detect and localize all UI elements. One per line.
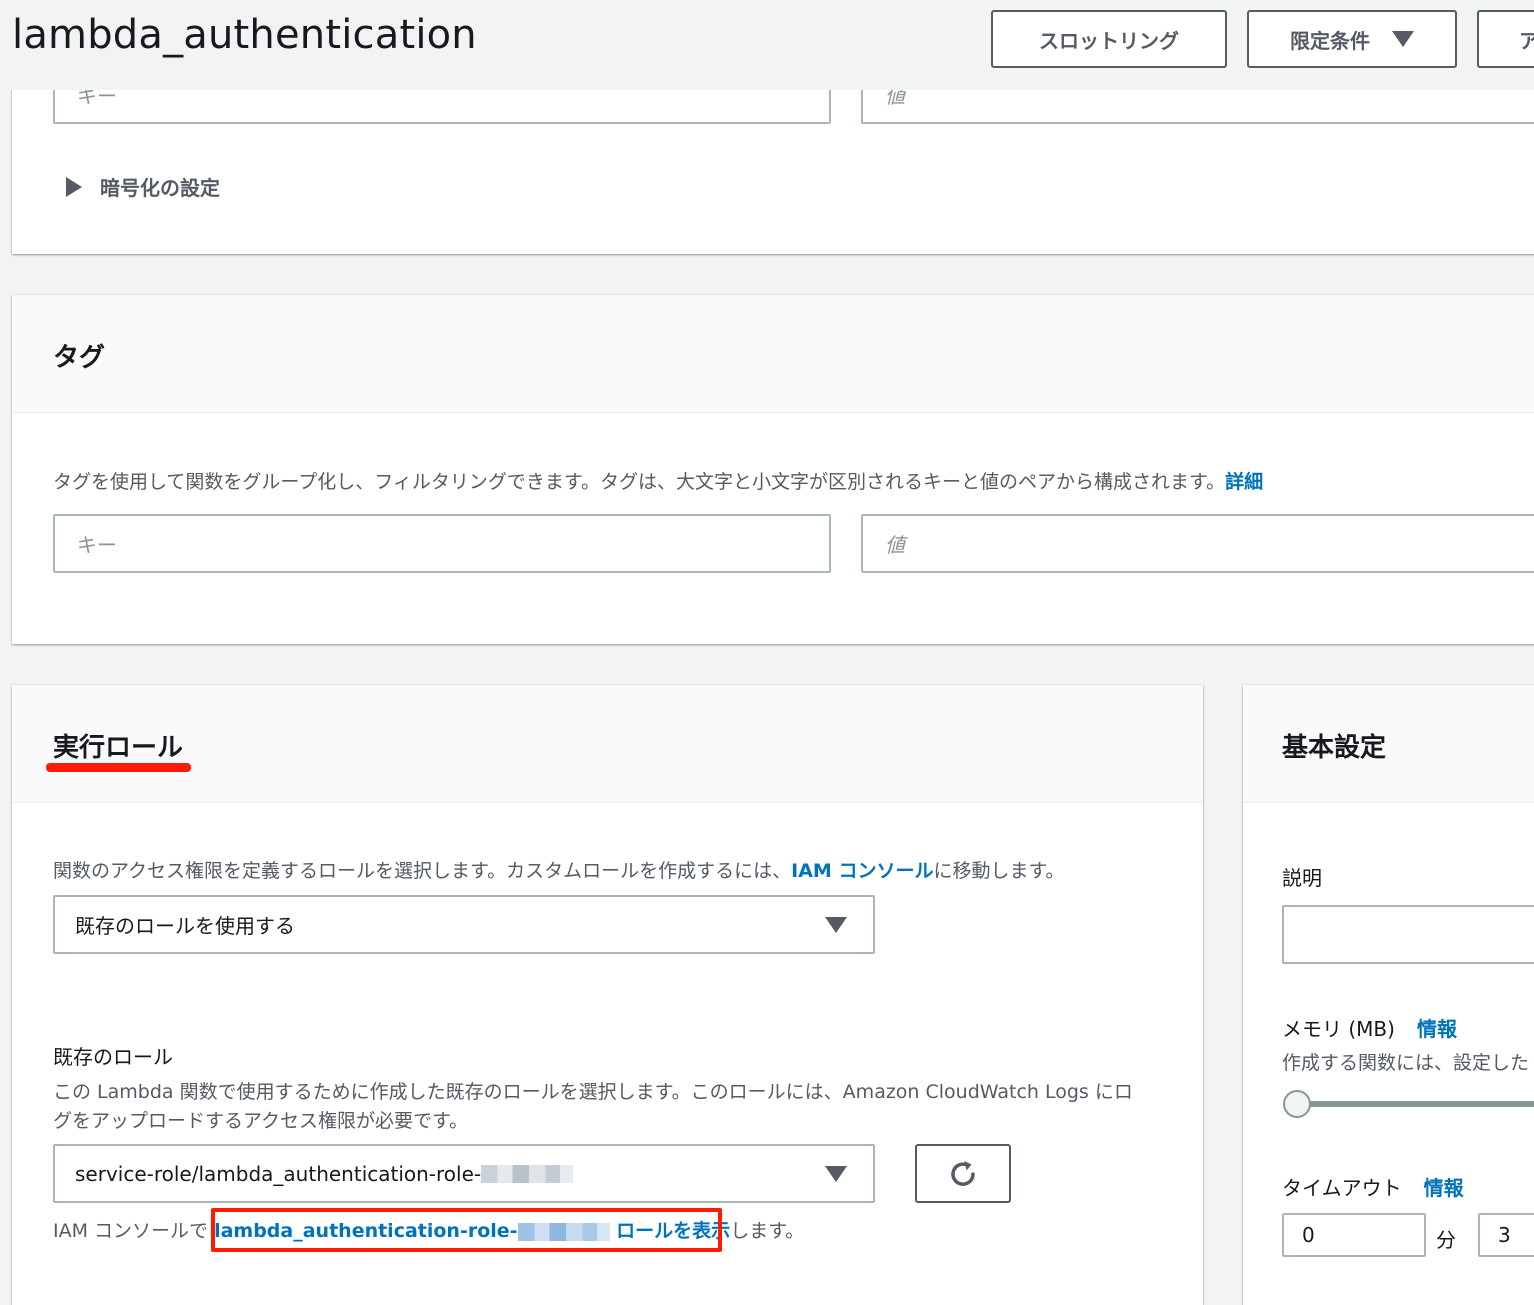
actions-button[interactable]: ア	[1477, 10, 1534, 68]
encryption-settings-label: 暗号化の設定	[100, 176, 220, 200]
memory-slider-handle[interactable]	[1283, 1090, 1311, 1118]
role-mode-value: 既存のロールを使用する	[75, 914, 295, 938]
chevron-down-icon	[825, 917, 847, 933]
existing-role-desc-line2: グをアップロードするアクセス権限が必要です。	[53, 1110, 469, 1132]
annotation-underline	[46, 763, 191, 772]
timeout-minutes-value: 0	[1302, 1223, 1315, 1247]
tags-card: タグ タグを使用して関数をグループ化し、フィルタリングできます。タグは、大文字と…	[12, 295, 1534, 644]
tags-details-link[interactable]: 詳細	[1225, 471, 1263, 493]
iam-console-link[interactable]: IAM コンソール	[791, 860, 933, 882]
view-role-suffix: します。	[730, 1220, 805, 1242]
annotation-highlight-box	[211, 1208, 722, 1252]
basic-settings-card-header: 基本設定	[1243, 685, 1534, 803]
timeout-seconds-input[interactable]: 3	[1478, 1213, 1534, 1257]
encryption-settings-toggle[interactable]: 暗号化の設定	[66, 172, 220, 201]
redacted-suffix	[481, 1164, 574, 1183]
tag-key-input[interactable]: キー	[53, 514, 831, 573]
memory-info-link[interactable]: 情報	[1417, 1017, 1457, 1041]
execution-role-card-header: 実行ロール	[12, 685, 1203, 803]
minutes-unit: 分	[1436, 1228, 1456, 1252]
refresh-icon	[951, 1160, 975, 1186]
existing-role-select[interactable]: service-role/lambda_authentication-role-	[53, 1144, 875, 1203]
tag-value-input[interactable]: 値	[861, 514, 1534, 573]
page-title: lambda_authentication	[12, 12, 477, 58]
throttle-button[interactable]: スロットリング	[991, 10, 1227, 68]
description-input[interactable]	[1282, 905, 1534, 964]
description-label: 説明	[1282, 866, 1322, 890]
execution-role-card: 実行ロール 関数のアクセス権限を定義するロールを選択します。カスタムロールを作成…	[12, 685, 1203, 1305]
execution-role-title: 実行ロール	[53, 733, 184, 763]
refresh-roles-button[interactable]	[915, 1144, 1011, 1203]
timeout-label: タイムアウト 情報	[1282, 1172, 1464, 1201]
basic-settings-title: 基本設定	[1282, 733, 1387, 763]
throttle-button-label: スロットリング	[1039, 28, 1179, 53]
execution-role-description: 関数のアクセス権限を定義するロールを選択します。カスタムロールを作成するには、I…	[53, 856, 1065, 883]
caret-right-icon	[66, 176, 82, 197]
page-header: lambda_authentication スロットリング 限定条件 ア	[0, 0, 1534, 90]
timeout-label-text: タイムアウト	[1282, 1176, 1402, 1200]
role-desc-pre: 関数のアクセス権限を定義するロールを選択します。カスタムロールを作成するには、	[53, 860, 792, 882]
role-desc-post: に移動します。	[933, 860, 1065, 882]
tag-value-placeholder: 値	[885, 533, 905, 557]
qualifiers-button[interactable]: 限定条件	[1247, 10, 1457, 68]
tags-title: タグ	[53, 343, 106, 373]
chevron-down-icon	[825, 1166, 847, 1182]
memory-label: メモリ (MB) 情報	[1282, 1013, 1457, 1042]
view-role-prefix: IAM コンソールで	[53, 1220, 215, 1242]
memory-description: 作成する関数には、設定した	[1282, 1052, 1530, 1074]
tag-key-placeholder: キー	[77, 533, 117, 557]
timeout-info-link[interactable]: 情報	[1424, 1176, 1464, 1200]
role-mode-select[interactable]: 既存のロールを使用する	[53, 895, 875, 954]
existing-role-desc-line1: この Lambda 関数で使用するために作成した既存のロールを選択します。このロ…	[53, 1081, 1133, 1103]
memory-slider-track[interactable]	[1287, 1101, 1534, 1107]
timeout-minutes-input[interactable]: 0	[1282, 1213, 1426, 1257]
memory-label-text: メモリ (MB)	[1282, 1017, 1395, 1041]
timeout-seconds-value: 3	[1498, 1223, 1511, 1247]
actions-button-label: ア	[1519, 28, 1534, 53]
existing-role-label: 既存のロール	[53, 1045, 173, 1069]
tags-description: タグを使用して関数をグループ化し、フィルタリングできます。タグは、大文字と小文字…	[53, 467, 1263, 494]
qualifiers-button-label: 限定条件	[1290, 28, 1370, 53]
tags-description-text: タグを使用して関数をグループ化し、フィルタリングできます。タグは、大文字と小文字…	[53, 471, 1226, 493]
basic-settings-card: 基本設定 説明 メモリ (MB) 情報 作成する関数には、設定した タイムアウト情…	[1243, 685, 1534, 1305]
existing-role-value: service-role/lambda_authentication-role-	[75, 1161, 482, 1186]
chevron-down-icon	[1392, 31, 1414, 47]
tags-card-header: タグ	[12, 295, 1534, 413]
